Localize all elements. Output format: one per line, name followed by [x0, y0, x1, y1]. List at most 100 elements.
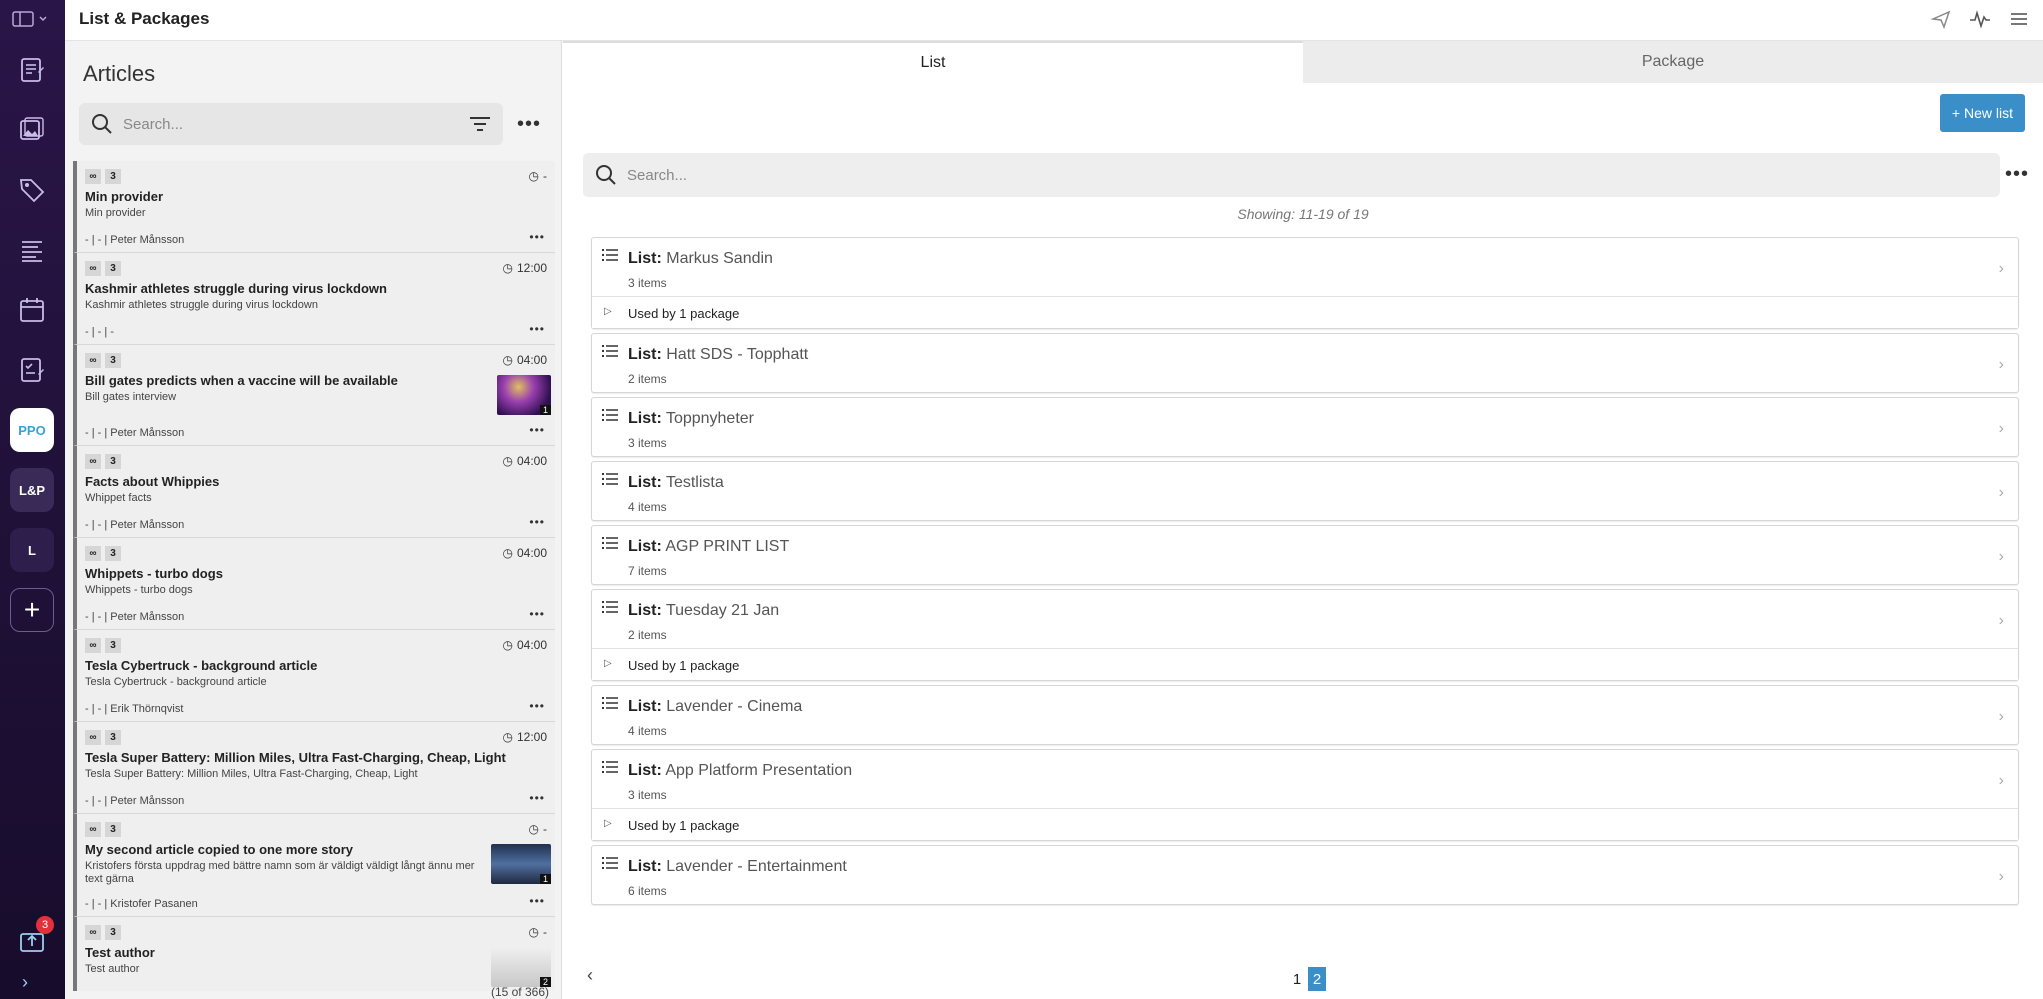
clock-icon: ◷ — [502, 454, 513, 468]
articles-search-input[interactable] — [123, 111, 423, 137]
list-prefix: List: — [628, 762, 662, 779]
articles-more-icon[interactable]: ••• — [517, 113, 541, 136]
article-card[interactable]: ∞ 3 ◷ 04:00 Bill gates predicts when a vac… — [73, 345, 555, 446]
list-count: 2 items — [628, 372, 667, 386]
calendar-nav-icon[interactable] — [14, 292, 50, 328]
article-card[interactable]: ∞ 3 ◷ - Min provider Min provider - | - | … — [73, 161, 555, 253]
article-card[interactable]: ∞ 3 ◷ - My second article copied to one mo… — [73, 814, 555, 917]
menu-icon[interactable] — [2009, 9, 2029, 29]
list-search-input[interactable] — [627, 162, 1227, 188]
list-count: 7 items — [628, 564, 667, 578]
article-meta: - | - | Peter Månsson — [85, 427, 185, 439]
article-card[interactable]: ∞ 3 ◷ 04:00 Whippets - turbo dogs Whippets… — [73, 538, 555, 630]
used-by-toggle[interactable]: ▷ Used by 1 package — [592, 648, 2018, 680]
article-more-icon[interactable]: ••• — [529, 322, 545, 336]
article-sub: Kashmir athletes struggle during virus l… — [85, 299, 318, 311]
chevron-right-icon: › — [1998, 548, 2004, 565]
article-more-icon[interactable]: ••• — [529, 699, 545, 713]
article-card[interactable]: ∞ 3 ◷ - Test author Test author 2 — [73, 917, 555, 991]
article-card[interactable]: ∞ 3 ◷ 04:00 Facts about Whippies Whippet f… — [73, 446, 555, 538]
article-headline: Min provider — [85, 189, 164, 204]
link-tag: ∞ — [85, 353, 101, 368]
tab-package[interactable]: Package — [1303, 41, 2043, 83]
article-more-icon[interactable]: ••• — [529, 515, 545, 529]
list-count: 3 items — [628, 276, 667, 290]
article-meta: - | - | Peter Månsson — [85, 795, 185, 807]
chevron-right-icon: › — [1998, 420, 2004, 437]
list-item-header[interactable]: List: Lavender - Cinema 4 items › — [592, 686, 2018, 744]
used-by-toggle[interactable]: ▷ Used by 1 package — [592, 296, 2018, 328]
link-tag: ∞ — [85, 261, 101, 276]
article-more-icon[interactable]: ••• — [529, 230, 545, 244]
list-container: List: Markus Sandin 3 items › ▷ Used by … — [591, 237, 2019, 909]
list-prefix: List: — [628, 602, 662, 619]
article-sub: Min provider — [85, 207, 146, 219]
images-nav-icon[interactable] — [14, 112, 50, 148]
count-tag: 3 — [105, 261, 121, 276]
article-more-icon[interactable]: ••• — [529, 607, 545, 621]
add-workspace-button[interactable]: + — [10, 588, 54, 632]
list-item: List: Hatt SDS - Topphatt 2 items › — [591, 333, 2019, 393]
article-headline: Tesla Cybertruck - background article — [85, 658, 318, 673]
article-more-icon[interactable]: ••• — [529, 791, 545, 805]
send-icon[interactable] — [1931, 9, 1951, 29]
article-headline: Test author — [85, 945, 155, 960]
rail-pill-lp[interactable]: L&P — [10, 468, 54, 512]
activity-icon[interactable] — [1969, 9, 1991, 29]
clock-icon: ◷ — [528, 169, 539, 183]
article-headline: Bill gates predicts when a vaccine will … — [85, 373, 398, 388]
tab-list[interactable]: List — [563, 41, 1303, 83]
article-time: 12:00 — [516, 261, 547, 275]
list-item-header[interactable]: List: Toppnyheter 3 items › — [592, 398, 2018, 456]
article-card[interactable]: ∞ 3 ◷ 12:00 Kashmir athletes struggle duri… — [73, 253, 555, 345]
article-card[interactable]: ∞ 3 ◷ 04:00 Tesla Cybertruck - background … — [73, 630, 555, 722]
article-thumbnail: 1 — [497, 375, 551, 415]
article-time: 04:00 — [516, 353, 547, 367]
article-sub: Whippets - turbo dogs — [85, 584, 193, 596]
used-by-text: Used by 1 package — [628, 306, 740, 321]
count-tag: 3 — [105, 730, 121, 745]
list-item-header[interactable]: List: App Platform Presentation 3 items … — [592, 750, 2018, 808]
articles-nav-icon[interactable] — [14, 52, 50, 88]
planning-nav-icon[interactable] — [14, 232, 50, 268]
chevron-left-icon[interactable]: ‹ — [587, 965, 593, 986]
article-more-icon[interactable]: ••• — [529, 894, 545, 908]
sidebar-toggle-icon — [12, 11, 34, 27]
list-item-header[interactable]: List: AGP PRINT LIST 7 items › — [592, 526, 2018, 584]
list-item: List: Lavender - Cinema 4 items › — [591, 685, 2019, 745]
article-more-icon[interactable]: ••• — [529, 423, 545, 437]
used-by-text: Used by 1 package — [628, 658, 740, 673]
list-prefix: List: — [628, 538, 662, 555]
list-item-header[interactable]: List: Hatt SDS - Topphatt 2 items › — [592, 334, 2018, 392]
article-headline: Tesla Super Battery: Million Miles, Ultr… — [85, 750, 506, 765]
left-rail: PPO L&P L + 3 › — [0, 0, 65, 999]
list-item-header[interactable]: List: Markus Sandin 3 items › — [592, 238, 2018, 296]
list-name: App Platform Presentation — [665, 762, 853, 779]
tasks-nav-icon[interactable] — [14, 352, 50, 388]
article-card[interactable]: ∞ 3 ◷ 12:00 Tesla Super Battery: Million M… — [73, 722, 555, 814]
tags-nav-icon[interactable] — [14, 172, 50, 208]
notification-badge: 3 — [36, 916, 54, 934]
list-item-header[interactable]: List: Lavender - Entertainment 6 items › — [592, 846, 2018, 904]
new-list-button[interactable]: + New list — [1939, 94, 2025, 132]
list-item-header[interactable]: List: Testlista 4 items › — [592, 462, 2018, 520]
count-tag: 3 — [105, 169, 121, 184]
article-thumbnail: 2 — [491, 947, 551, 987]
page-2[interactable]: 2 — [1308, 967, 1326, 991]
rail-pill-l[interactable]: L — [10, 528, 54, 572]
list-more-icon[interactable]: ••• — [2005, 163, 2029, 186]
rail-pill-ppo[interactable]: PPO — [10, 408, 54, 452]
article-time: 04:00 — [516, 638, 547, 652]
articles-heading: Articles — [83, 61, 156, 86]
list-name: Lavender - Entertainment — [666, 858, 847, 875]
list-icon — [602, 536, 618, 555]
list-item-header[interactable]: List: Tuesday 21 Jan 2 items › — [592, 590, 2018, 648]
used-by-toggle[interactable]: ▷ Used by 1 package — [592, 808, 2018, 840]
filter-icon[interactable] — [469, 115, 491, 133]
count-tag: 3 — [105, 546, 121, 561]
expand-rail-icon[interactable]: › — [22, 972, 28, 993]
sidebar-toggle[interactable] — [12, 8, 56, 30]
article-thumbnail: 1 — [491, 844, 551, 884]
page-1[interactable]: 1 — [1288, 967, 1306, 991]
thumb-count: 1 — [539, 405, 551, 415]
